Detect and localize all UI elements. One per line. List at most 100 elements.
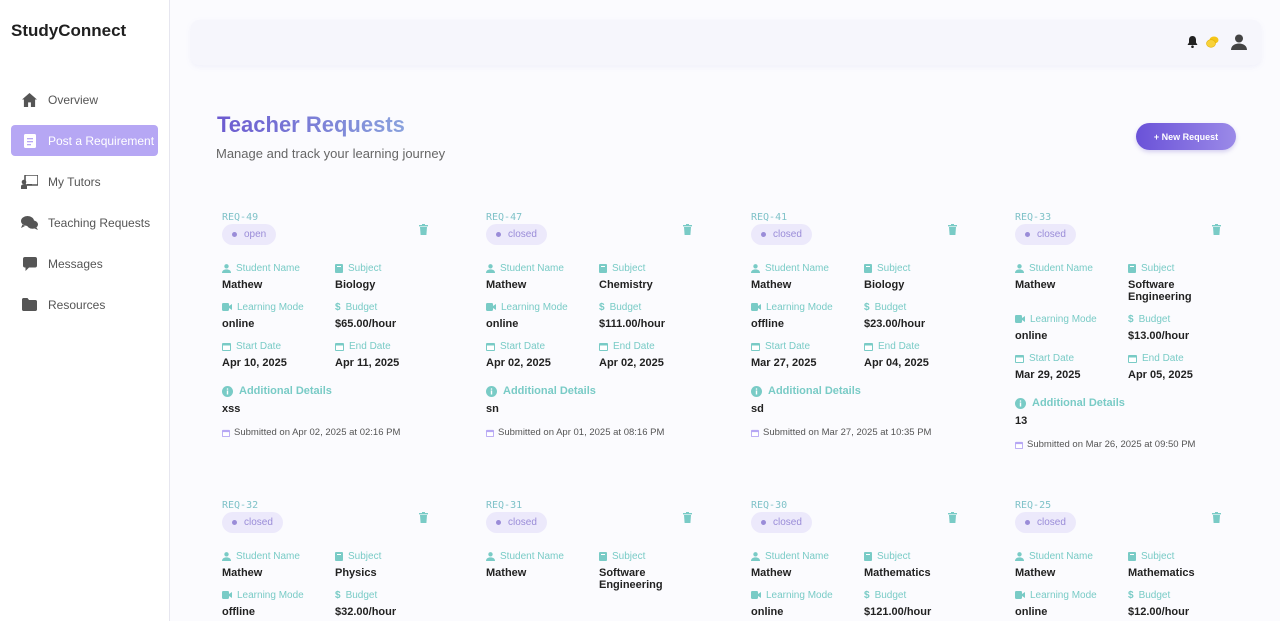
info-icon — [222, 385, 233, 397]
bell-icon[interactable] — [1187, 36, 1198, 48]
student-name-field: Student Name Mathew — [486, 262, 586, 291]
additional-details-value: sn — [486, 403, 499, 415]
sidebar-item-messages[interactable]: Messages — [11, 248, 158, 279]
subject-value: Biology — [335, 279, 376, 291]
status-badge: closed — [222, 512, 283, 533]
sidebar-item-label: Resources — [48, 297, 106, 312]
budget-field: $ Budget $23.00/hour — [864, 301, 964, 331]
folder-icon — [21, 296, 38, 313]
learning-mode-value: offline — [222, 606, 255, 618]
subject-field: Subject Mathematics — [864, 550, 964, 579]
trash-icon[interactable] — [419, 222, 428, 240]
sidebar: StudyConnect Overview Post a Requirement… — [0, 0, 170, 621]
sidebar-item-label: Messages — [48, 256, 103, 271]
student-name-value: Mathew — [1015, 567, 1056, 579]
end-date-field: End Date Apr 02, 2025 — [599, 340, 699, 369]
sidebar-item-post-requirement[interactable]: Post a Requirement — [11, 125, 158, 156]
student-name-field: Student Name Mathew — [486, 550, 586, 579]
calendar-icon — [486, 429, 494, 437]
user-icon — [1015, 551, 1024, 561]
request-id: REQ-30 — [751, 500, 788, 511]
status-dot — [1025, 232, 1030, 237]
trash-icon[interactable] — [948, 510, 957, 528]
user-icon — [222, 263, 231, 273]
status-badge: closed — [751, 512, 812, 533]
sidebar-item-label: My Tutors — [48, 174, 101, 189]
trash-icon[interactable] — [1212, 510, 1221, 528]
book-icon — [599, 551, 607, 561]
user-icon — [222, 551, 231, 561]
user-icon — [751, 551, 760, 561]
calendar-icon — [864, 342, 873, 351]
sidebar-item-my-tutors[interactable]: My Tutors — [11, 166, 158, 197]
start-date-field: Start Date Apr 10, 2025 — [222, 340, 322, 369]
subject-value: Chemistry — [599, 279, 653, 291]
request-id: REQ-33 — [1015, 212, 1052, 223]
start-date-value: Apr 10, 2025 — [222, 357, 287, 369]
status-badge: closed — [1015, 224, 1076, 245]
additional-details-label: Additional Details — [751, 385, 861, 397]
subject-value: Mathematics — [1128, 567, 1195, 579]
video-camera-icon — [1015, 591, 1025, 599]
request-id: REQ-25 — [1015, 500, 1052, 511]
start-date-field: Start Date Apr 02, 2025 — [486, 340, 586, 369]
budget-value: $13.00/hour — [1128, 330, 1190, 342]
sidebar-item-label: Teaching Requests — [48, 215, 151, 230]
trash-icon[interactable] — [419, 510, 428, 528]
end-date-field: End Date Apr 04, 2025 — [864, 340, 964, 369]
student-name-value: Mathew — [222, 567, 263, 579]
calendar-icon — [1015, 354, 1024, 363]
book-icon — [864, 551, 872, 561]
video-camera-icon — [222, 591, 232, 599]
start-date-field: Start Date Mar 27, 2025 — [751, 340, 851, 369]
trash-icon[interactable] — [683, 222, 692, 240]
additional-details-value: 13 — [1015, 415, 1028, 427]
learning-mode-value: offline — [751, 318, 784, 330]
dollar-icon: $ — [335, 301, 341, 313]
end-date-value: Apr 05, 2025 — [1128, 369, 1193, 381]
video-camera-icon — [222, 303, 232, 311]
trash-icon[interactable] — [948, 222, 957, 240]
video-camera-icon — [751, 591, 761, 599]
sidebar-item-teaching-requests[interactable]: Teaching Requests — [11, 207, 158, 238]
trash-icon[interactable] — [1212, 222, 1221, 240]
student-name-value: Mathew — [222, 279, 263, 291]
budget-field: $ Budget $65.00/hour — [335, 301, 435, 331]
calendar-icon — [335, 342, 344, 351]
student-name-field: Student Name Mathew — [1015, 262, 1115, 291]
status-badge: closed — [486, 512, 547, 533]
brand-logo[interactable]: StudyConnect — [11, 21, 126, 41]
info-icon — [1015, 397, 1026, 409]
subject-field: Subject Software Engineering — [599, 550, 699, 591]
book-icon — [335, 551, 343, 561]
calendar-icon — [1015, 441, 1023, 449]
budget-field: $ Budget $12.00/hour — [1128, 589, 1228, 619]
submitted-timestamp: Submitted on Mar 27, 2025 at 10:35 PM — [751, 427, 931, 438]
book-icon — [1128, 263, 1136, 273]
budget-value: $32.00/hour — [335, 606, 397, 618]
request-id: REQ-49 — [222, 212, 259, 223]
calendar-icon — [599, 342, 608, 351]
new-request-button[interactable]: + New Request — [1136, 123, 1236, 150]
learning-mode-field: Learning Mode online — [486, 301, 586, 330]
user-icon — [486, 551, 495, 561]
clipboard-icon — [21, 132, 38, 149]
end-date-value: Apr 04, 2025 — [864, 357, 929, 369]
coins-icon[interactable] — [1206, 36, 1219, 48]
sidebar-item-overview[interactable]: Overview — [11, 84, 158, 115]
start-date-value: Apr 02, 2025 — [486, 357, 551, 369]
student-name-value: Mathew — [751, 279, 792, 291]
trash-icon[interactable] — [683, 510, 692, 528]
book-icon — [864, 263, 872, 273]
status-label: closed — [773, 229, 802, 240]
status-label: closed — [773, 517, 802, 528]
budget-field: $ Budget $32.00/hour — [335, 589, 435, 619]
user-icon[interactable] — [1231, 34, 1247, 50]
start-date-value: Mar 29, 2025 — [1015, 369, 1081, 381]
sidebar-item-resources[interactable]: Resources — [11, 289, 158, 320]
additional-details-label: Additional Details — [1015, 397, 1125, 409]
budget-field: $ Budget $13.00/hour — [1128, 313, 1228, 343]
subject-field: Subject Chemistry — [599, 262, 699, 291]
status-label: closed — [508, 517, 537, 528]
subject-field: Subject Mathematics — [1128, 550, 1228, 579]
